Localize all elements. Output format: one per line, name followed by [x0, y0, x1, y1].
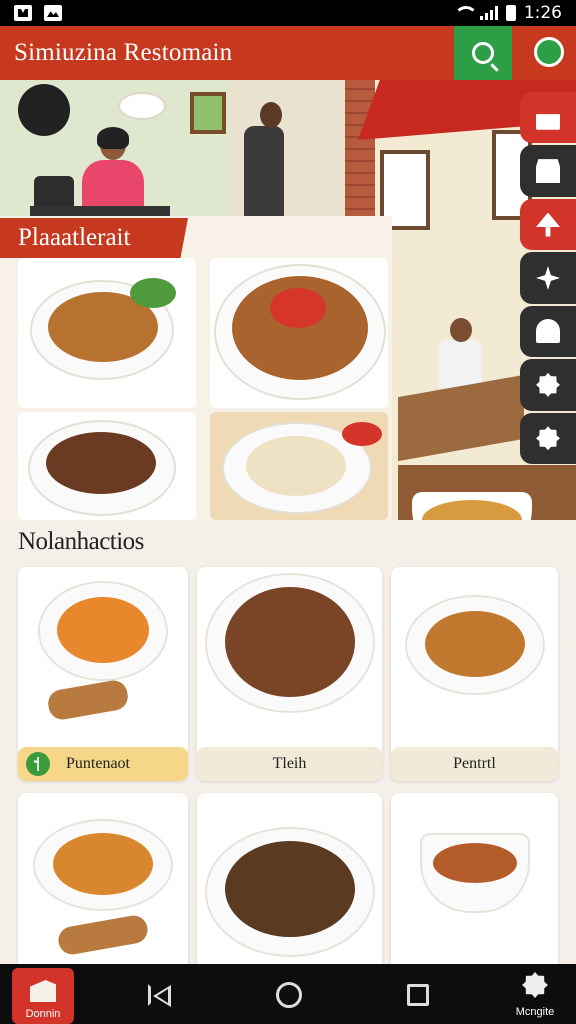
home-icon[interactable]	[276, 982, 302, 1008]
clock: 1:26	[523, 3, 562, 23]
back-icon[interactable]	[148, 984, 171, 1007]
menu-grid: Puntenaot Tleih Pentrtl	[18, 567, 558, 993]
featured-grid	[18, 258, 390, 520]
flower-icon	[536, 265, 560, 290]
app-bar: Simiuzina Restomain	[0, 26, 576, 80]
signal-icon	[479, 6, 498, 20]
featured-label: Plaaatlerait	[0, 218, 188, 258]
gear-icon	[536, 372, 560, 397]
nav-home-label: Donnin	[25, 1008, 61, 1020]
house-icon	[30, 980, 56, 1002]
wall-frame	[190, 92, 226, 134]
leaf-icon	[26, 752, 50, 776]
chat-button[interactable]	[534, 37, 564, 67]
search-button[interactable]	[454, 26, 512, 80]
menu-card-label: Pentrtl	[391, 747, 558, 781]
dining-table	[398, 374, 524, 462]
waiter-illustration	[238, 102, 298, 220]
soup-bowl-illustration	[412, 492, 532, 520]
rail-button-gifts[interactable]	[520, 92, 576, 144]
menu-card[interactable]: Tleih	[197, 567, 382, 781]
search-icon	[472, 42, 494, 64]
store-icon	[536, 159, 560, 184]
status-bar: 1:26	[0, 0, 576, 26]
notification-icon	[14, 5, 32, 21]
gallery-icon	[44, 5, 62, 21]
featured-dish[interactable]	[210, 412, 388, 520]
battery-icon	[505, 5, 516, 21]
gift-icon	[536, 114, 560, 130]
featured-dish[interactable]	[210, 258, 388, 408]
section-title: Nolanhactios	[18, 528, 144, 555]
gear-icon	[536, 426, 560, 451]
menu-card-label: Tleih	[197, 747, 382, 781]
menu-card[interactable]: Pentrtl	[391, 567, 558, 781]
rail-button-flower[interactable]	[520, 252, 576, 304]
rail-button-store[interactable]	[520, 145, 576, 197]
side-rail	[520, 92, 576, 464]
bottom-nav: Donnin Mcngite	[0, 964, 576, 1024]
wifi-icon	[453, 6, 478, 20]
menu-card[interactable]	[391, 793, 558, 993]
rail-button-options[interactable]	[520, 412, 576, 464]
gear-icon	[522, 972, 548, 998]
avatar	[18, 84, 70, 136]
diner-illustration	[438, 318, 482, 388]
featured-dish[interactable]	[18, 412, 196, 520]
rail-button-settings[interactable]	[520, 359, 576, 411]
hero-banner: Plaaatlerait	[0, 80, 576, 520]
nav-settings-label: Mcngite	[515, 1006, 555, 1018]
nav-home-tab[interactable]: Donnin	[12, 968, 74, 1024]
rail-button-tree[interactable]	[520, 198, 576, 251]
tree-icon	[536, 212, 560, 237]
menu-card[interactable]	[18, 793, 188, 993]
wall-plate	[118, 92, 166, 120]
menu-card-label: Puntenaot	[18, 747, 188, 781]
rail-button-ghost[interactable]	[520, 305, 576, 358]
app-title: Simiuzina Restomain	[14, 39, 233, 66]
menu-card[interactable]: Puntenaot	[18, 567, 188, 781]
nav-settings-tab[interactable]: Mcngite	[506, 970, 564, 1024]
menu-card[interactable]	[197, 793, 382, 993]
ghost-icon	[536, 319, 560, 344]
featured-dish[interactable]	[18, 258, 196, 408]
recents-icon[interactable]	[407, 984, 429, 1006]
